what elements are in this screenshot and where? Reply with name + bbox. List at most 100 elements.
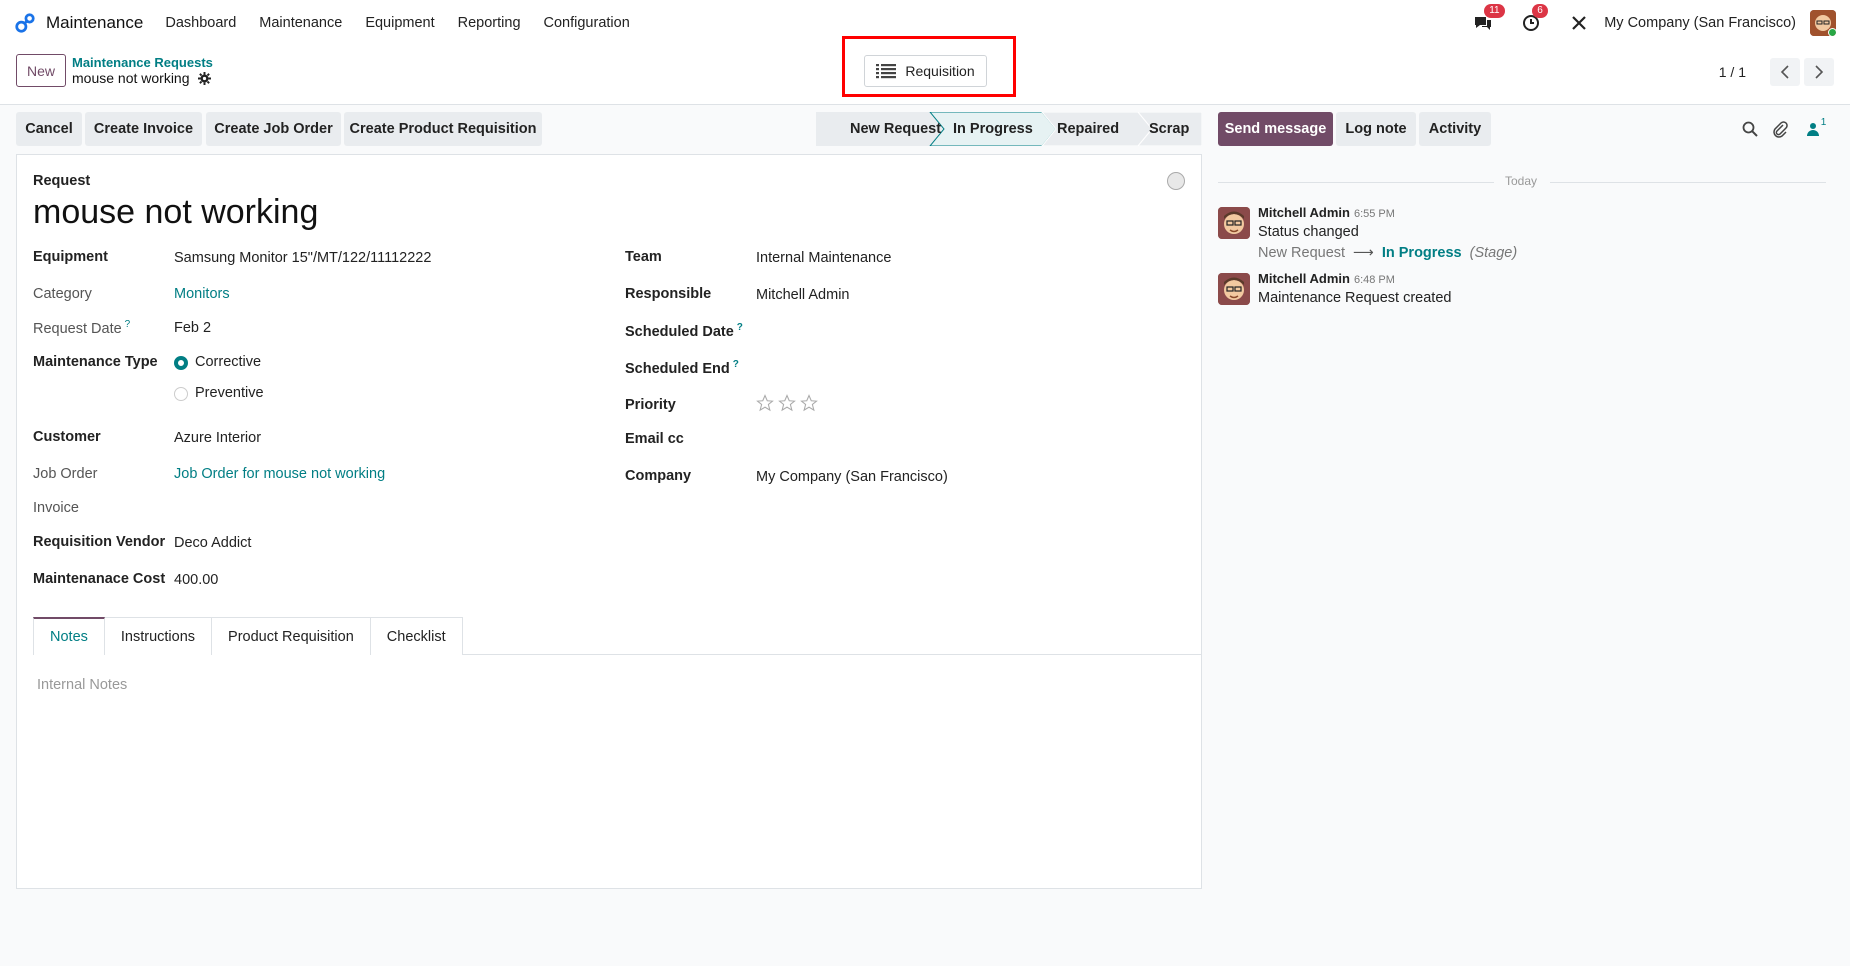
create-product-requisition-button[interactable]: Create Product Requisition (344, 112, 542, 146)
message-body: Maintenance Request created (1258, 290, 1452, 306)
menu-equipment[interactable]: Equipment (365, 15, 434, 31)
pager-previous[interactable] (1770, 58, 1800, 86)
invoice-label: Invoice (33, 500, 79, 516)
menu-maintenance[interactable]: Maintenance (259, 15, 342, 31)
today-separator: Today (1218, 174, 1826, 190)
company-switcher[interactable]: My Company (San Francisco) (1604, 15, 1796, 31)
user-avatar[interactable] (1810, 10, 1836, 36)
activity-button[interactable]: Activity (1419, 112, 1491, 146)
request-date-label: Request Date? (33, 319, 130, 337)
app-name[interactable]: Maintenance (46, 13, 143, 33)
star-icon[interactable] (778, 394, 796, 412)
scheduled-date-label-text: Scheduled Date (625, 323, 734, 340)
tracking-old-value: New Request (1258, 245, 1346, 261)
user-icon (1806, 123, 1819, 136)
record-name: mouse not working (72, 70, 211, 86)
equipment-field[interactable]: Samsung Monitor 15"/MT/122/11112222 (174, 250, 431, 266)
requisition-vendor-label: Requisition Vendor (33, 534, 166, 550)
request-date-label-text: Request Date (33, 320, 122, 337)
customer-label: Customer (33, 429, 101, 445)
messages-menu[interactable]: 11 (1472, 4, 1505, 34)
status-bar: Cancel Create Invoice Create Job Order C… (16, 112, 1202, 146)
tab-notes[interactable]: Notes (33, 617, 105, 656)
tools-icon (1572, 16, 1586, 30)
scheduled-end-label: Scheduled End? (625, 359, 739, 377)
corrective-radio[interactable] (174, 356, 188, 370)
tab-instructions[interactable]: Instructions (103, 617, 213, 655)
tracking-new-value: In Progress (1381, 245, 1462, 261)
log-note-button[interactable]: Log note (1336, 112, 1416, 146)
preventive-option-label[interactable]: Preventive (195, 385, 264, 401)
star-icon[interactable] (800, 394, 818, 412)
scheduled-date-help[interactable]: ? (737, 322, 743, 333)
stage-in-progress[interactable]: In Progress (953, 112, 1033, 146)
stage-repaired[interactable]: Repaired (1057, 112, 1119, 146)
tab-checklist[interactable]: Checklist (369, 617, 463, 655)
kanban-state-indicator[interactable] (1167, 172, 1185, 190)
maintenance-app-icon[interactable] (14, 12, 36, 34)
notebook-tabs: Notes Instructions Product Requisition C… (33, 617, 1201, 656)
priority-label: Priority (625, 397, 676, 413)
menu-reporting[interactable]: Reporting (458, 15, 521, 31)
star-icon[interactable] (756, 394, 774, 412)
breadcrumb[interactable]: Maintenance Requests (72, 55, 213, 70)
message-author: Mitchell Admin 6:48 PM (1258, 271, 1395, 286)
request-date-help[interactable]: ? (125, 319, 131, 330)
activities-badge: 6 (1532, 4, 1548, 18)
responsible-field[interactable]: Mitchell Admin (756, 287, 849, 303)
online-status-dot (1828, 28, 1836, 36)
tracking-field-name: (Stage) (1469, 245, 1518, 261)
message-author-name[interactable]: Mitchell Admin (1258, 271, 1350, 286)
followers-button[interactable]: 1 (1801, 117, 1831, 140)
message-time: 6:48 PM (1353, 274, 1395, 286)
search-messages-button[interactable] (1739, 118, 1761, 140)
message-avatar[interactable] (1218, 207, 1250, 239)
record-name-text: mouse not working (72, 70, 190, 86)
pager-value[interactable]: 1 / 1 (1719, 64, 1746, 80)
stage-new-request[interactable]: New Request (850, 112, 941, 146)
team-field[interactable]: Internal Maintenance (756, 250, 891, 266)
tab-product-requisition[interactable]: Product Requisition (211, 617, 371, 655)
message-avatar[interactable] (1218, 273, 1250, 305)
menu-dashboard[interactable]: Dashboard (165, 15, 236, 31)
chevron-right-icon (1815, 65, 1824, 79)
requisition-vendor-field[interactable]: Deco Addict (174, 535, 251, 551)
maintenance-cost-field[interactable]: 400.00 (174, 572, 218, 588)
today-label: Today (1505, 174, 1538, 188)
maintenance-type-label: Maintenance Type (33, 354, 158, 370)
pager-next[interactable] (1804, 58, 1834, 86)
chevron-left-icon (1780, 65, 1789, 79)
activities-menu[interactable]: 6 (1520, 4, 1548, 34)
create-invoice-button[interactable]: Create Invoice (85, 112, 202, 146)
form-sheet: Request mouse not working Equipment Sams… (16, 154, 1202, 889)
category-label: Category (33, 286, 92, 302)
responsible-label: Responsible (625, 286, 712, 302)
menu-configuration[interactable]: Configuration (544, 15, 630, 31)
corrective-option-label[interactable]: Corrective (195, 354, 261, 370)
request-label: Request (33, 173, 91, 189)
attachments-button[interactable] (1769, 118, 1791, 140)
stage-scrap[interactable]: Scrap (1149, 112, 1189, 146)
message-body: Status changed (1258, 224, 1359, 240)
job-order-field[interactable]: Job Order for mouse not working (174, 466, 385, 482)
new-button[interactable]: New (16, 54, 67, 87)
cancel-button[interactable]: Cancel (16, 112, 82, 146)
message-author-name[interactable]: Mitchell Admin (1258, 205, 1350, 220)
maintenance-cost-label: Maintenanace Cost (33, 571, 166, 587)
customer-field[interactable]: Azure Interior (174, 430, 261, 446)
priority-widget (756, 394, 818, 412)
request-title[interactable]: mouse not working (33, 193, 318, 232)
preventive-radio[interactable] (174, 387, 188, 401)
company-label: Company (625, 468, 692, 484)
gear-icon[interactable] (197, 71, 211, 85)
create-job-order-button[interactable]: Create Job Order (206, 112, 341, 146)
arrow-right-icon: ⟶ (1353, 245, 1374, 261)
internal-notes-field[interactable]: Internal Notes (37, 677, 127, 693)
company-field[interactable]: My Company (San Francisco) (756, 469, 948, 485)
send-message-button[interactable]: Send message (1218, 112, 1333, 146)
debug-tools[interactable] (1568, 12, 1590, 34)
category-field[interactable]: Monitors (174, 286, 230, 302)
scheduled-end-help[interactable]: ? (733, 359, 739, 370)
request-date-field[interactable]: Feb 2 (174, 320, 211, 336)
tracking-value: New Request ⟶ In Progress (Stage) (1258, 245, 1517, 261)
